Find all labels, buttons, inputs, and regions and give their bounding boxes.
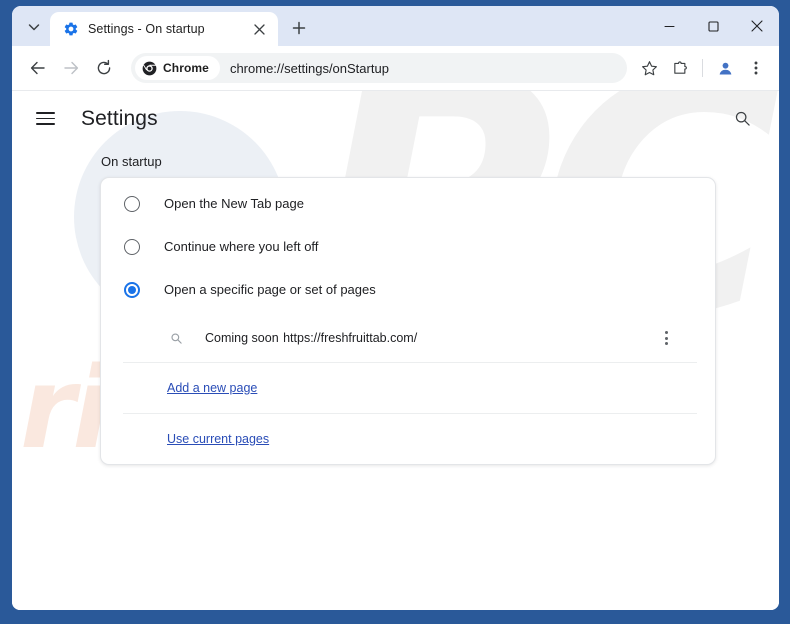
settings-header: Settings bbox=[12, 91, 779, 146]
close-icon[interactable] bbox=[249, 19, 269, 39]
on-startup-card: Open the New Tab page Continue where you… bbox=[100, 177, 716, 465]
radio-button[interactable] bbox=[124, 195, 140, 212]
address-bar[interactable]: Chrome chrome://settings/onStartup bbox=[131, 53, 627, 83]
startup-option-new-tab[interactable]: Open the New Tab page bbox=[101, 182, 715, 225]
minimize-button[interactable] bbox=[647, 10, 691, 43]
browser-window: Settings - On startup Chrome chrome://se… bbox=[12, 6, 779, 610]
section-label: On startup bbox=[101, 154, 162, 169]
star-icon bbox=[641, 60, 657, 75]
use-current-pages-row: Use current pages bbox=[123, 414, 697, 464]
startup-option-continue[interactable]: Continue where you left off bbox=[101, 225, 715, 268]
startup-page-more-button[interactable] bbox=[653, 325, 679, 351]
close-window-button[interactable] bbox=[735, 10, 779, 43]
arrow-right-icon bbox=[64, 61, 79, 75]
arrow-left-icon bbox=[30, 61, 45, 75]
window-controls bbox=[647, 6, 779, 46]
plus-icon bbox=[292, 21, 306, 35]
startup-page-row: Coming soon https://freshfruittab.com/ bbox=[123, 314, 697, 363]
minimize-icon bbox=[663, 25, 675, 27]
forward-button[interactable] bbox=[55, 52, 87, 84]
address-bar-url: chrome://settings/onStartup bbox=[229, 60, 389, 76]
back-button[interactable] bbox=[22, 52, 54, 84]
reload-button[interactable] bbox=[88, 52, 120, 84]
browser-toolbar: Chrome chrome://settings/onStartup bbox=[12, 46, 779, 91]
search-icon bbox=[735, 111, 750, 126]
toolbar-divider bbox=[702, 59, 703, 77]
more-vertical-icon bbox=[754, 61, 758, 75]
radio-button[interactable] bbox=[124, 238, 140, 255]
add-new-page-link[interactable]: Add a new page bbox=[167, 381, 257, 395]
settings-search-button[interactable] bbox=[727, 104, 757, 134]
tab-strip: Settings - On startup bbox=[12, 6, 779, 46]
browser-window-frame: Settings - On startup Chrome chrome://se… bbox=[0, 0, 790, 624]
person-icon bbox=[719, 62, 731, 75]
chrome-chip-label: Chrome bbox=[163, 61, 209, 75]
puzzle-piece-icon bbox=[673, 60, 687, 74]
startup-option-specific-pages[interactable]: Open a specific page or set of pages bbox=[101, 268, 715, 311]
hamburger-menu-icon[interactable] bbox=[36, 106, 62, 132]
page-title: Settings bbox=[81, 106, 158, 130]
option-label: Open the New Tab page bbox=[164, 196, 304, 211]
tab-search-button[interactable] bbox=[20, 13, 48, 41]
settings-page: PC risk.com Settings On startup bbox=[12, 91, 779, 610]
maximize-button[interactable] bbox=[691, 10, 735, 43]
reload-icon bbox=[97, 59, 111, 75]
extensions-button[interactable] bbox=[665, 53, 695, 83]
use-current-pages-link[interactable]: Use current pages bbox=[167, 432, 269, 446]
gear-icon bbox=[64, 22, 78, 36]
profile-button[interactable] bbox=[710, 53, 740, 83]
chrome-logo-icon bbox=[142, 61, 157, 75]
close-icon bbox=[751, 20, 763, 32]
chevron-down-icon bbox=[28, 24, 40, 31]
radio-button-selected[interactable] bbox=[124, 281, 140, 298]
search-icon bbox=[167, 329, 185, 347]
option-label: Continue where you left off bbox=[164, 239, 319, 254]
startup-page-text: Coming soon https://freshfruittab.com/ bbox=[205, 329, 653, 347]
tab-title: Settings - On startup bbox=[88, 22, 205, 36]
maximize-icon bbox=[707, 20, 719, 32]
bookmark-button[interactable] bbox=[634, 53, 664, 83]
chrome-chip[interactable]: Chrome bbox=[135, 56, 220, 80]
tab-settings[interactable]: Settings - On startup bbox=[50, 12, 278, 46]
add-new-page-row: Add a new page bbox=[123, 363, 697, 414]
option-label: Open a specific page or set of pages bbox=[164, 282, 376, 297]
startup-page-url: https://freshfruittab.com/ bbox=[283, 330, 418, 345]
chrome-menu-button[interactable] bbox=[741, 53, 771, 83]
startup-page-title: Coming soon bbox=[205, 330, 279, 345]
new-tab-button[interactable] bbox=[285, 14, 313, 42]
